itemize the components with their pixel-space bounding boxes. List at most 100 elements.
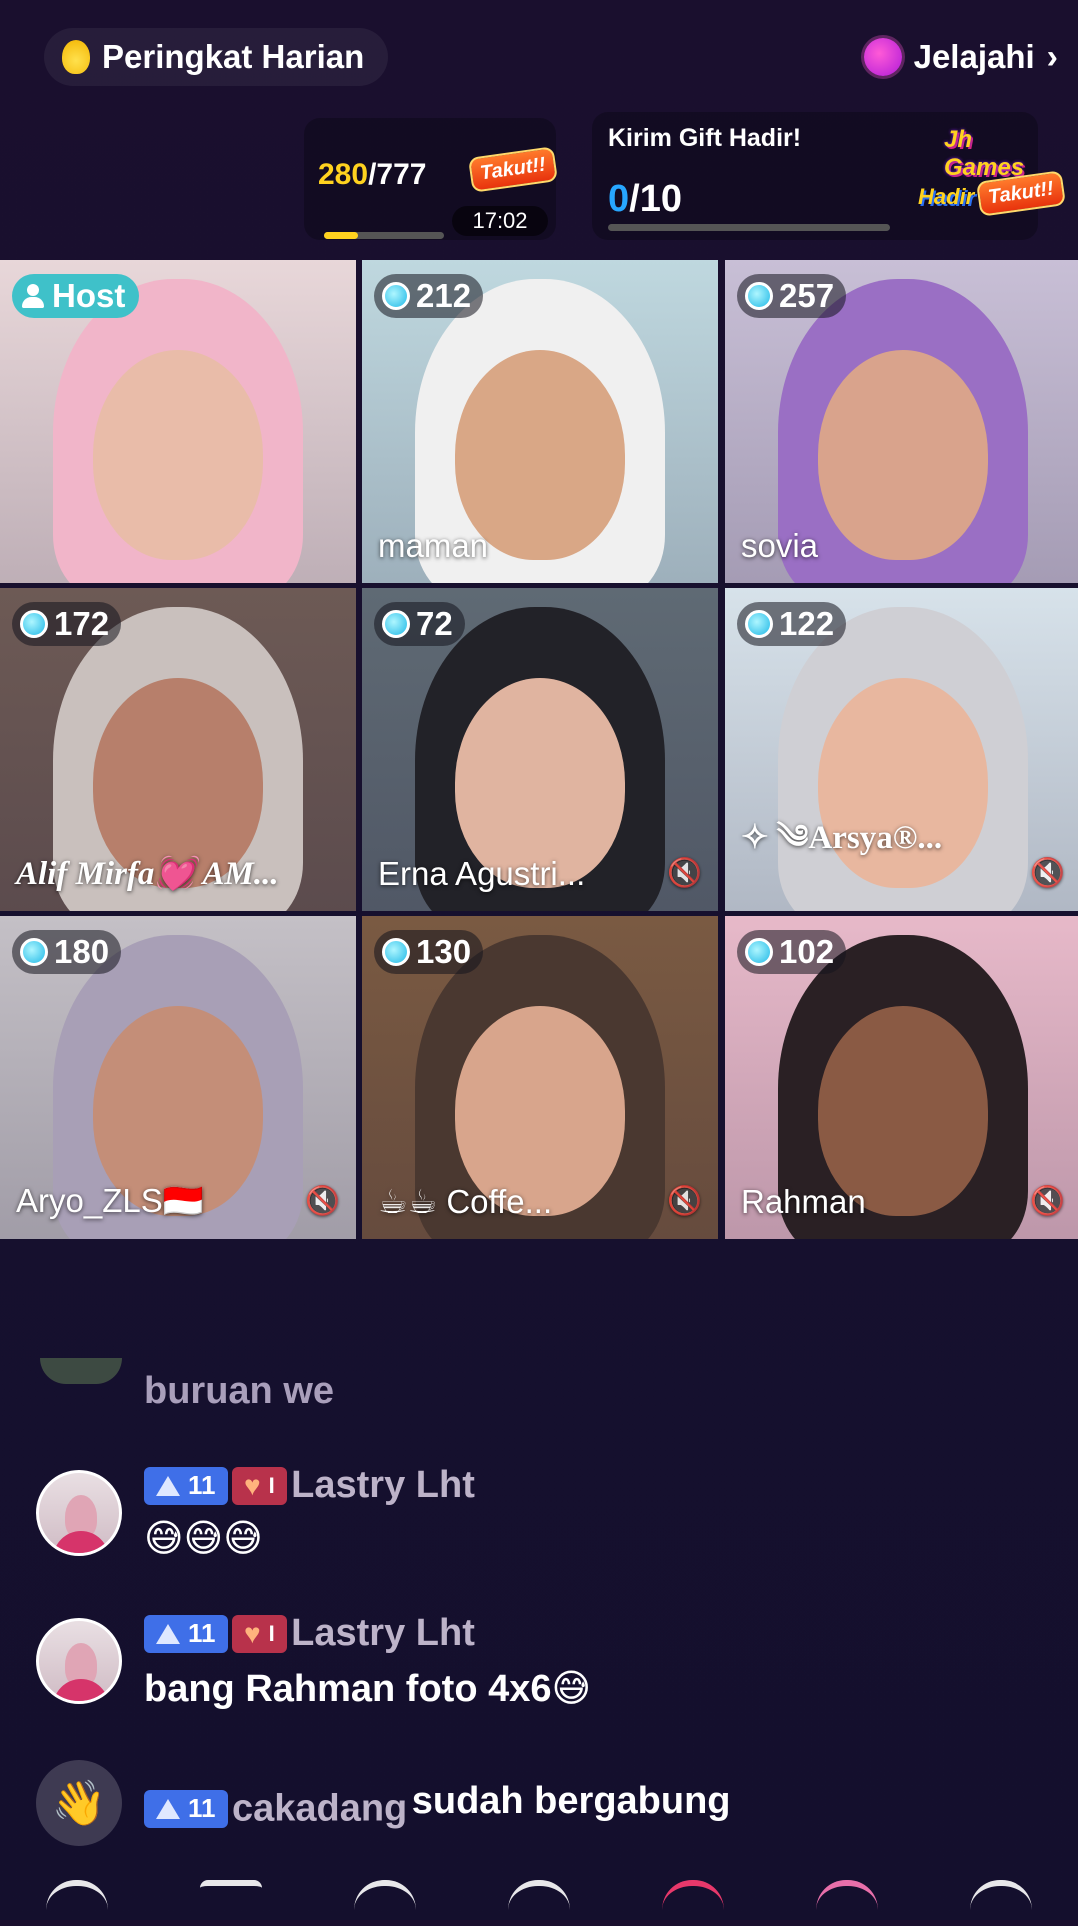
seat-score-value: 102 bbox=[779, 933, 835, 970]
seat-score-value: 180 bbox=[54, 933, 110, 970]
partial-avatar bbox=[40, 1358, 122, 1384]
progress-bar-fill bbox=[324, 232, 358, 239]
level-number: 11 bbox=[188, 1470, 216, 1500]
people-icon[interactable] bbox=[508, 1880, 570, 1926]
seat-score: 102 bbox=[737, 930, 847, 974]
avatar[interactable] bbox=[36, 1618, 122, 1704]
games-logo: Jh Games bbox=[944, 126, 1025, 181]
seat-username: ☕☕ Coffe... bbox=[378, 1183, 553, 1220]
level-badge: 11 bbox=[144, 1789, 228, 1828]
explore-label: Jelajahi bbox=[913, 38, 1035, 75]
share-icon[interactable] bbox=[970, 1880, 1032, 1926]
gift-task-current: 0 bbox=[608, 178, 630, 220]
gift-box-icon[interactable] bbox=[816, 1880, 878, 1926]
gem-icon bbox=[745, 938, 773, 966]
takut-badge: Takut!! bbox=[467, 146, 558, 193]
seat-username: Alif Mirfa💓 AM... bbox=[16, 856, 279, 892]
comment-icon[interactable] bbox=[46, 1880, 108, 1926]
seat-tile[interactable]: 212 maman bbox=[362, 260, 718, 583]
chat-message-header: 11 ♥ I Lastry Lht bbox=[144, 1464, 475, 1507]
level-badge: 11 bbox=[144, 1614, 228, 1653]
avatar[interactable] bbox=[36, 1470, 122, 1556]
gem-icon bbox=[745, 282, 773, 310]
seat-username: Erna Agustri... bbox=[378, 855, 586, 892]
mic-muted-icon: 🔇 bbox=[1030, 1185, 1065, 1216]
seat-score-value: 122 bbox=[779, 605, 835, 642]
heart-icon: ♥ bbox=[243, 1469, 261, 1501]
wave-hand-icon: 👋 bbox=[36, 1760, 122, 1846]
join-line: 11 cakadang sudah bergabung bbox=[144, 1780, 731, 1830]
join-username[interactable]: cakadang bbox=[232, 1787, 407, 1829]
seat-username: maman bbox=[378, 527, 489, 564]
gem-icon bbox=[745, 610, 773, 638]
seat-tile[interactable]: 122 ✧ ༄Arsya®... 🔇 bbox=[725, 588, 1078, 911]
gift-task-card[interactable]: Kirim Gift Hadir! 0/10 Jh Games Hadir Ta… bbox=[592, 112, 1066, 240]
gift-task-total: /10 bbox=[629, 178, 682, 220]
seat-grid: Host 212 maman 257 sovia 172 Alif Mirfa💓 AM...… bbox=[0, 260, 1078, 1240]
seat-score: 180 bbox=[12, 930, 122, 974]
seat-video-face bbox=[818, 350, 988, 561]
seat-score: 122 bbox=[737, 602, 847, 646]
gift-task-title: Kirim Gift Hadir! bbox=[608, 124, 802, 152]
seat-score: 257 bbox=[737, 274, 847, 318]
progress-current: 280 bbox=[318, 158, 369, 191]
triangle-icon bbox=[156, 1623, 180, 1644]
chat-text: 😅😅😅 bbox=[144, 1518, 263, 1560]
level-number: 11 bbox=[188, 1793, 216, 1824]
level-badge: 11 bbox=[144, 1466, 228, 1505]
chat-message-partial: buruan we bbox=[144, 1370, 335, 1412]
gem-icon bbox=[382, 938, 410, 966]
seat-video-face bbox=[93, 350, 263, 561]
chat-username[interactable]: Lastry Lht bbox=[291, 1464, 475, 1506]
progress-total: /777 bbox=[368, 158, 427, 191]
gem-icon bbox=[20, 938, 48, 966]
seat-score-value: 172 bbox=[54, 605, 110, 642]
seat-tile[interactable]: 172 Alif Mirfa💓 AM... bbox=[0, 588, 356, 911]
heart-icon: ♥ bbox=[243, 1617, 261, 1649]
seat-score-value: 72 bbox=[416, 605, 453, 642]
fan-level: I bbox=[268, 1620, 275, 1646]
explore-button[interactable]: Jelajahi › bbox=[863, 28, 1058, 86]
seat-tile[interactable]: 180 Aryo_ZLS🇮🇩 🔇 bbox=[0, 916, 356, 1239]
gem-icon bbox=[382, 282, 410, 310]
gem-icon bbox=[20, 610, 48, 638]
gem-icon bbox=[382, 610, 410, 638]
hadir-logo: Hadir bbox=[918, 184, 975, 209]
countdown-timer: 17:02 bbox=[452, 206, 548, 236]
mic-off-icon[interactable] bbox=[354, 1880, 416, 1926]
join-text: sudah bergabung bbox=[411, 1780, 731, 1822]
seat-tile[interactable]: Host bbox=[0, 260, 356, 583]
seat-score-value: 130 bbox=[416, 933, 472, 970]
daily-ranking-button[interactable]: Peringkat Harian bbox=[44, 28, 389, 86]
planet-icon bbox=[863, 38, 902, 76]
seat-tile[interactable]: 257 sovia bbox=[725, 260, 1078, 583]
level-number: 11 bbox=[188, 1618, 216, 1648]
host-label: Host bbox=[52, 277, 126, 314]
triangle-icon bbox=[156, 1475, 180, 1496]
room-progress-card[interactable]: 280/777 Takut!! 17:02 bbox=[304, 118, 558, 240]
chat-username[interactable]: Lastry Lht bbox=[291, 1612, 475, 1654]
seat-tile[interactable]: 130 ☕☕ Coffe... 🔇 bbox=[362, 916, 718, 1239]
fan-badge: ♥ I bbox=[231, 1466, 287, 1505]
seat-score: 172 bbox=[12, 602, 122, 646]
seat-username: ✧ ༄Arsya®... bbox=[741, 820, 943, 856]
seat-username: Aryo_ZLS🇮🇩 bbox=[16, 1182, 204, 1219]
progress-bar bbox=[324, 232, 444, 239]
seat-score-value: 257 bbox=[779, 277, 835, 314]
person-icon bbox=[22, 284, 44, 308]
chat-text: bang Rahman foto 4x6😅 bbox=[144, 1668, 592, 1710]
triangle-icon bbox=[156, 1798, 180, 1819]
seat-score: 130 bbox=[374, 930, 484, 974]
rose-gift-icon[interactable] bbox=[662, 1880, 724, 1926]
mic-muted-icon: 🔇 bbox=[305, 1185, 340, 1216]
seat-tile[interactable]: 72 Erna Agustri... 🔇 bbox=[362, 588, 718, 911]
daily-ranking-label: Peringkat Harian bbox=[102, 38, 365, 75]
fan-badge: ♥ I bbox=[231, 1614, 287, 1653]
bottom-toolbar bbox=[0, 1880, 1078, 1920]
seat-score-value: 212 bbox=[416, 277, 472, 314]
seat-tile[interactable]: 102 Rahman 🔇 bbox=[725, 916, 1078, 1239]
fan-level: I bbox=[268, 1472, 275, 1498]
camera-icon[interactable] bbox=[200, 1880, 262, 1926]
mic-muted-icon: 🔇 bbox=[667, 1185, 702, 1216]
seat-username: Rahman bbox=[741, 1183, 866, 1220]
